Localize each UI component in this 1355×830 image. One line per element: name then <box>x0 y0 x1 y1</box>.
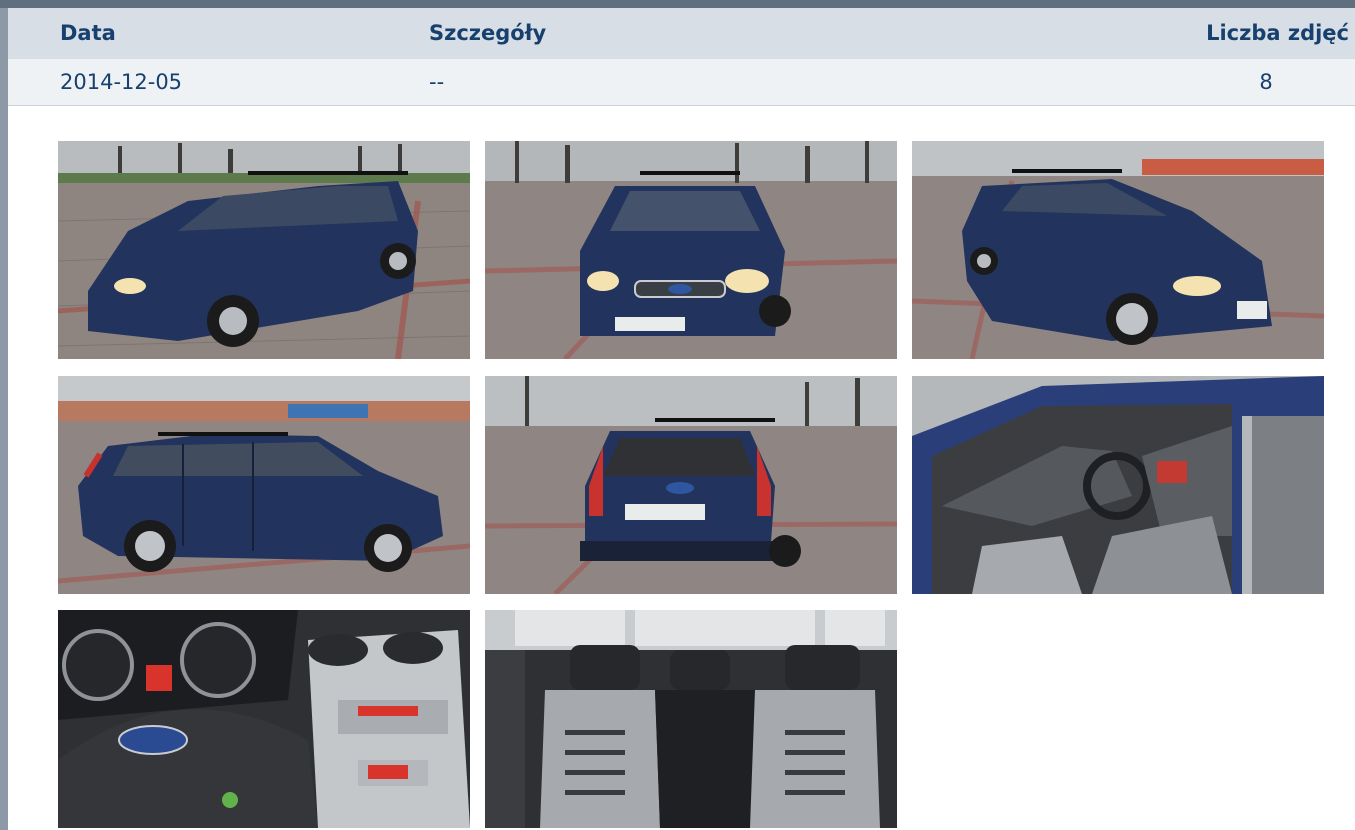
car-front-photo <box>485 141 897 359</box>
row-date: 2014-12-05 <box>60 70 183 94</box>
column-header-details: Szczegóły <box>429 21 547 45</box>
photo-thumbnail-1[interactable] <box>58 141 470 359</box>
photo-thumbnail-5[interactable] <box>485 376 897 594</box>
table-row[interactable]: 2014-12-05 -- 8 <box>8 59 1355 106</box>
row-photo-count: 8 <box>1259 70 1273 94</box>
photo-thumbnail-8[interactable] <box>485 610 897 828</box>
column-header-photo-count: Liczba zdjęć <box>1206 21 1349 45</box>
car-dashboard-photo <box>58 610 470 828</box>
top-bar <box>0 0 1355 8</box>
photo-thumbnail-7[interactable] <box>58 610 470 828</box>
photo-thumbnail-2[interactable] <box>485 141 897 359</box>
car-rear-photo <box>485 376 897 594</box>
column-header-date: Data <box>60 21 116 45</box>
page: Data Szczegóły Liczba zdjęć 2014-12-05 -… <box>0 0 1355 830</box>
table-header-row: Data Szczegóły Liczba zdjęć <box>8 8 1355 59</box>
car-front-right-photo <box>912 141 1324 359</box>
car-front-left-photo <box>58 141 470 359</box>
photo-thumbnail-3[interactable] <box>912 141 1324 359</box>
photo-gallery <box>58 141 1324 830</box>
left-border <box>0 8 8 830</box>
photo-thumbnail-6[interactable] <box>912 376 1324 594</box>
photo-thumbnail-4[interactable] <box>58 376 470 594</box>
car-side-photo <box>58 376 470 594</box>
row-details: -- <box>429 70 445 94</box>
car-interior-front-photo <box>912 376 1324 594</box>
car-rear-seats-photo <box>485 610 897 828</box>
